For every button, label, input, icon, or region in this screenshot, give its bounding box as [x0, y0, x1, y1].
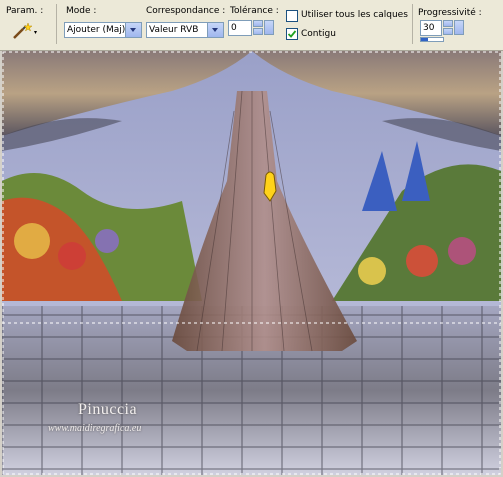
tolerance-slider-button[interactable]	[264, 20, 274, 35]
chevron-down-icon[interactable]	[125, 23, 141, 37]
match-mode-select[interactable]: Valeur RVB	[146, 22, 224, 38]
feather-increment-button[interactable]	[443, 20, 453, 27]
mode-select-value: Ajouter (Maj)	[67, 25, 126, 35]
tolerance-label: Tolérance :	[230, 6, 279, 16]
watermark-name: Pinuccia	[78, 401, 138, 418]
chevron-down-icon[interactable]	[207, 23, 223, 37]
checkmark-icon	[287, 30, 297, 38]
feather-slider-button[interactable]	[454, 20, 464, 35]
mode-select[interactable]: Ajouter (Maj)	[64, 22, 142, 38]
tolerance-increment-button[interactable]	[253, 20, 263, 27]
contiguous-checkbox[interactable]	[286, 28, 298, 40]
tolerance-decrement-button[interactable]	[253, 28, 263, 35]
magic-wand-icon	[13, 22, 37, 39]
feather-value: 30	[423, 23, 435, 33]
image-canvas[interactable]: Pinuccia www.maidiregrafica.eu	[2, 51, 501, 475]
contiguous-label: Contigu	[301, 29, 336, 39]
match-mode-label: Correspondance :	[146, 6, 226, 16]
match-mode-select-value: Valeur RVB	[149, 25, 199, 35]
canvas-image	[2, 51, 501, 475]
feather-decrement-button[interactable]	[443, 28, 453, 35]
watermark-url: www.maidiregrafica.eu	[48, 423, 142, 434]
all-layers-checkbox[interactable]	[286, 10, 298, 22]
mode-label: Mode :	[66, 6, 97, 16]
tool-options-palette: Param. : Mode : Ajouter (Maj) Correspond…	[0, 0, 503, 51]
presets-label: Param. :	[6, 6, 44, 16]
presets-button[interactable]	[8, 20, 42, 42]
feather-progress-bar	[420, 37, 444, 42]
tolerance-value: 0	[231, 23, 237, 33]
all-layers-label: Utiliser tous les calques	[301, 10, 408, 20]
feather-label: Progressivité :	[418, 8, 482, 18]
tolerance-input[interactable]: 0	[228, 20, 252, 36]
feather-input[interactable]: 30	[420, 20, 442, 36]
